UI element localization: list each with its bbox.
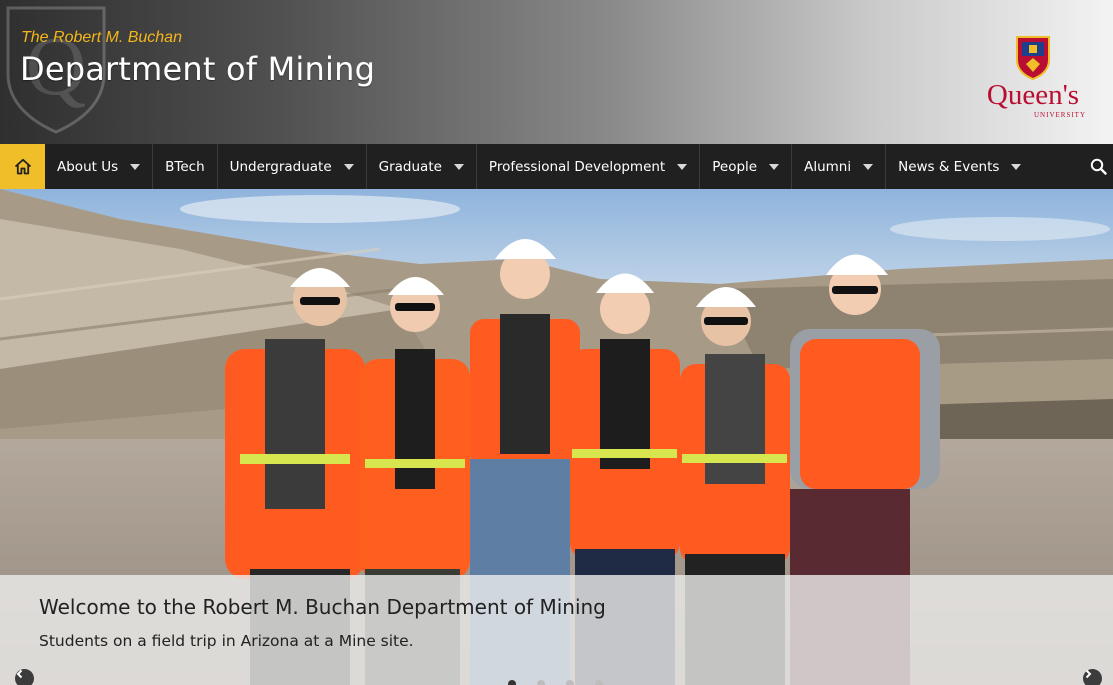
chevron-down-icon [769, 163, 780, 170]
nav-label: About Us [57, 158, 119, 175]
nav-item-about-us[interactable]: About Us [45, 144, 154, 189]
carousel-dot[interactable] [537, 680, 545, 685]
hero-carousel: Welcome to the Robert M. Buchan Departme… [0, 189, 1113, 685]
carousel-dot[interactable] [595, 680, 603, 685]
nav-item-graduate[interactable]: Graduate [367, 144, 477, 189]
nav-label: Undergraduate [229, 158, 332, 175]
search-icon [1090, 158, 1107, 175]
carousel-indicators [508, 680, 603, 685]
chevron-left-icon [16, 669, 23, 679]
nav-label: BTech [165, 158, 205, 175]
search-button[interactable] [1083, 144, 1113, 189]
carousel-dot[interactable] [566, 680, 574, 685]
nav-item-undergraduate[interactable]: Undergraduate [218, 144, 367, 189]
caption-title: Welcome to the Robert M. Buchan Departme… [39, 595, 606, 619]
chevron-down-icon [1011, 163, 1022, 170]
nav-item-btech[interactable]: BTech [153, 144, 218, 189]
nav-item-alumni[interactable]: Alumni [792, 144, 887, 189]
nav-item-news-events[interactable]: News & Events [886, 144, 1033, 189]
hero-caption: Welcome to the Robert M. Buchan Departme… [0, 575, 1113, 685]
chevron-down-icon [130, 163, 141, 170]
carousel-prev-button[interactable] [15, 669, 34, 685]
home-icon [14, 158, 31, 175]
nav-label: Alumni [804, 158, 852, 175]
nav-label: News & Events [898, 158, 1000, 175]
nav-item-people[interactable]: People [700, 144, 793, 189]
nav-label: Professional Development [488, 158, 666, 175]
site-header: Q The Robert M. Buchan Department of Min… [0, 0, 1113, 144]
queens-university-subtext: UNIVERSITY [1034, 111, 1086, 119]
nav-label: People [712, 158, 758, 175]
nav-item-professional-development[interactable]: Professional Development [477, 144, 701, 189]
nav-label: Graduate [378, 158, 442, 175]
chevron-down-icon [343, 163, 354, 170]
department-title[interactable]: Department of Mining [20, 50, 375, 88]
chevron-right-icon [1085, 669, 1092, 679]
queens-university-logo[interactable]: Queen's UNIVERSITY [968, 34, 1096, 124]
chevron-down-icon [863, 163, 874, 170]
caption-text: Students on a field trip in Arizona at a… [39, 632, 414, 650]
chevron-down-icon [677, 163, 688, 170]
chevron-down-icon [453, 163, 464, 170]
queens-wordmark: Queen's [986, 79, 1080, 111]
carousel-next-button[interactable] [1083, 669, 1102, 685]
queens-shield-icon [1016, 36, 1050, 80]
department-subtitle: The Robert M. Buchan [21, 29, 182, 46]
carousel-dot[interactable] [508, 680, 516, 685]
main-navigation: About Us BTech Undergraduate Graduate Pr… [0, 144, 1113, 189]
home-button[interactable] [0, 144, 45, 189]
